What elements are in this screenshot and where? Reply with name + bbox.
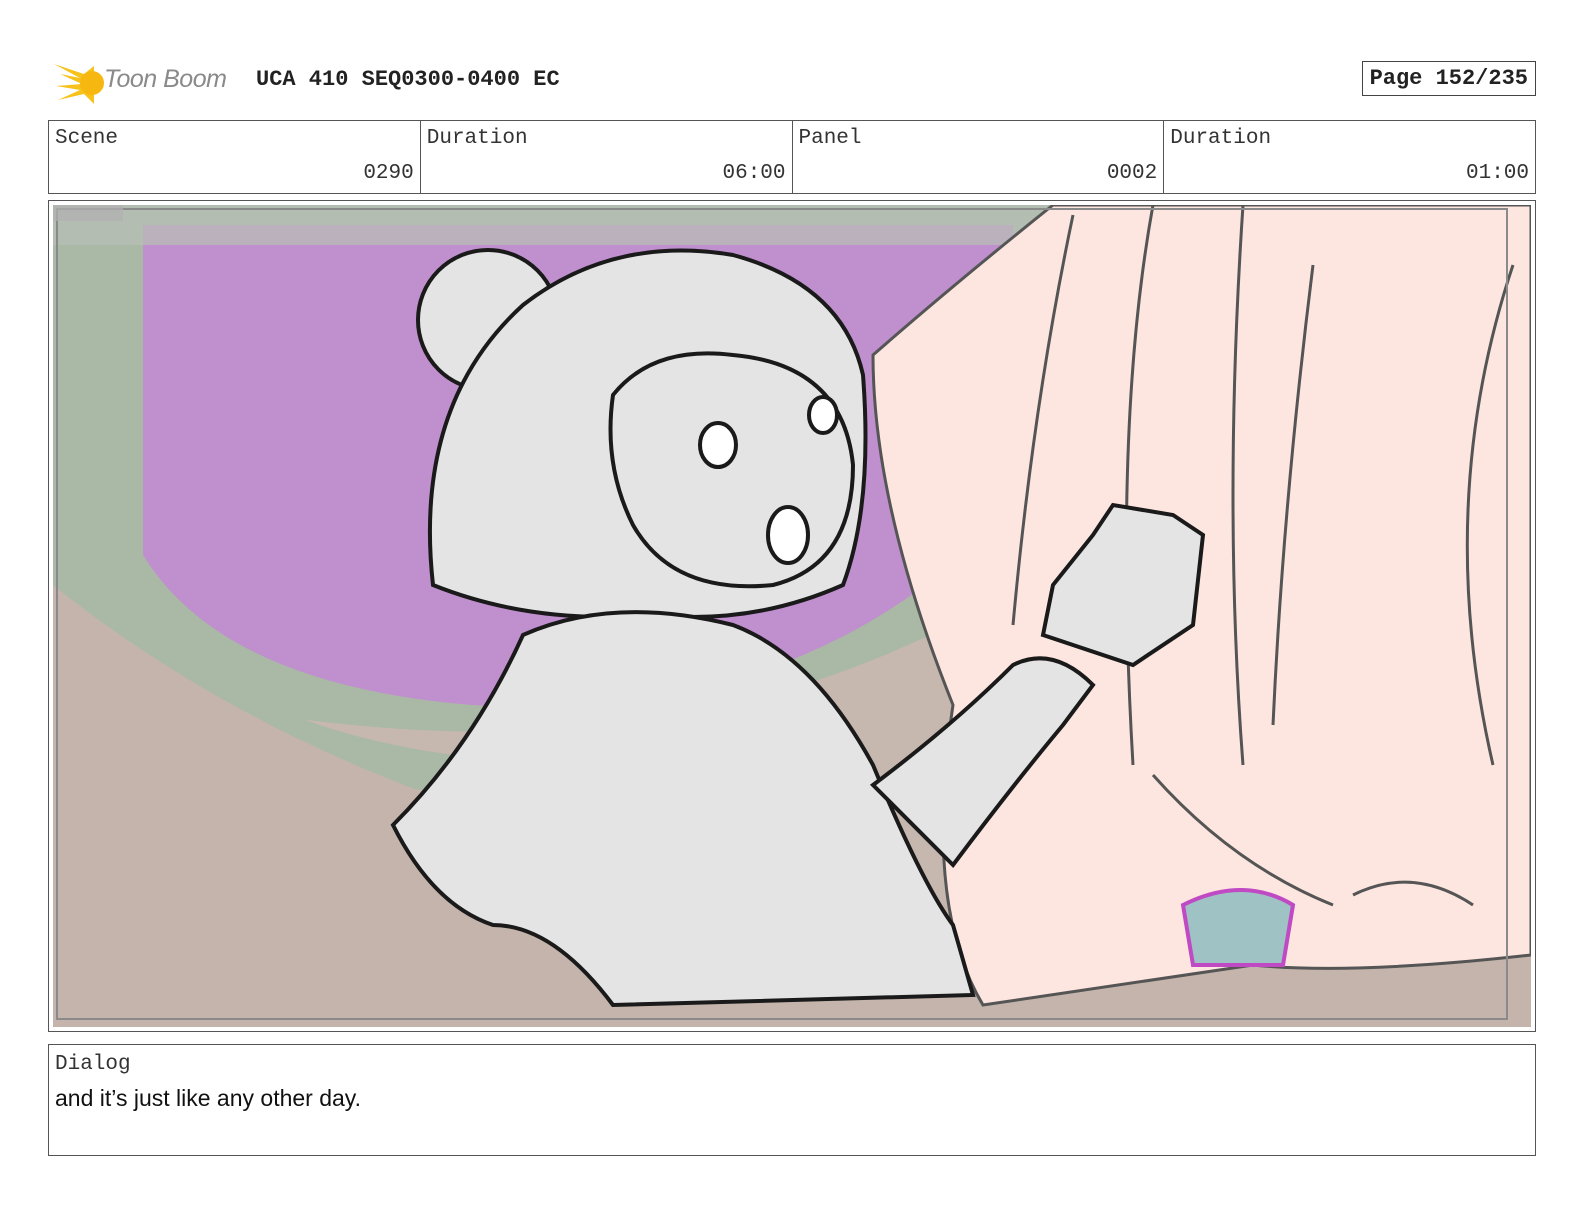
page-number: Page 152/235 [1361,61,1536,96]
dialog-label: Dialog [55,1053,131,1076]
logo-text: Toon Boom [104,65,227,93]
panel-cell: Panel 0002 [793,121,1165,193]
scene-value: 0290 [363,162,414,185]
panel-value: 0002 [1106,162,1158,185]
panel-artwork [53,205,1531,1027]
storyboard-sketch [53,205,1531,1027]
dialog-box: Dialog and it’s just like any other day. [48,1044,1536,1156]
storyboard-panel [48,200,1536,1032]
panel-duration-cell: Duration 01:00 [1164,121,1535,193]
star-burst-icon [54,64,104,104]
toon-boom-logo: Toon Boom [50,56,240,106]
panel-label: Panel [798,127,862,150]
panel-duration-label: Duration [1170,127,1272,150]
scene-label: Scene [55,127,119,150]
panel-duration-value: 01:00 [1465,162,1529,185]
scene-cell: Scene 0290 [49,121,421,193]
project-title: UCA 410 SEQ0300-0400 EC [256,67,560,92]
scene-duration-cell: Duration 06:00 [421,121,793,193]
scene-duration-value: 06:00 [722,162,786,185]
dialog-text: and it’s just like any other day. [55,1085,361,1111]
scene-duration-label: Duration [426,127,528,150]
info-table: Scene 0290 Duration 06:00 Panel 0002 Dur… [48,120,1536,194]
page-header: Toon Boom UCA 410 SEQ0300-0400 EC Page 1… [50,56,1536,106]
